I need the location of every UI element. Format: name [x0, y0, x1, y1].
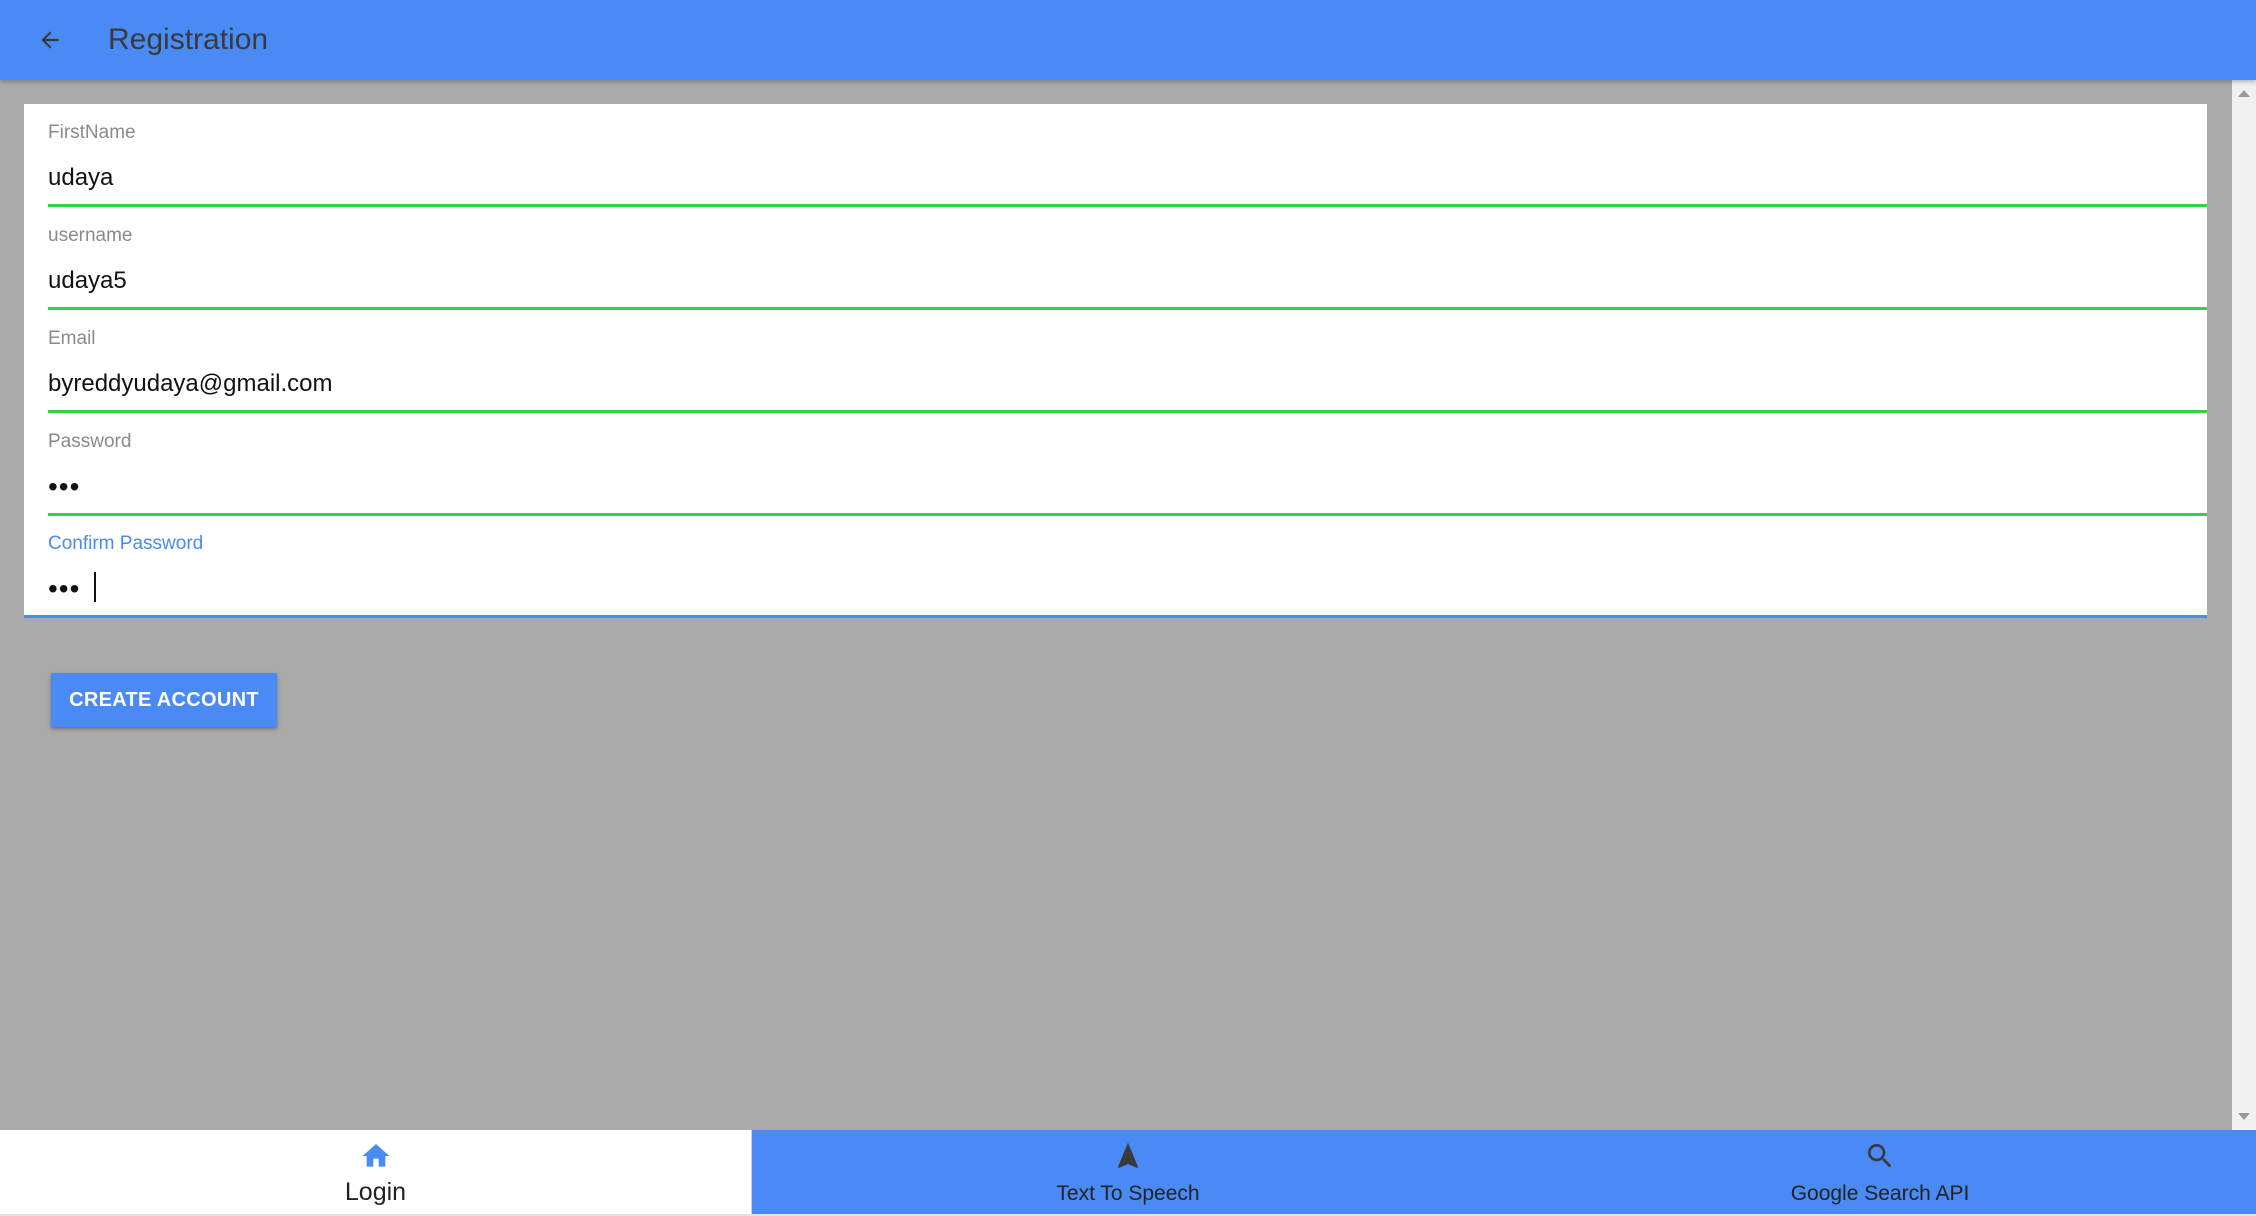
scroll-up-icon[interactable] [2238, 90, 2250, 97]
confirm-password-label: Confirm Password [48, 533, 204, 554]
page-title: Registration [108, 23, 269, 56]
tab-text-to-speech[interactable]: Text To Speech [752, 1130, 1504, 1214]
password-label: Password [48, 431, 132, 452]
search-icon [1868, 1144, 1892, 1168]
arrow-left-icon [41, 31, 59, 49]
tab-login-label: Login [344, 1178, 407, 1206]
registration-form: FirstName username Email Password Confir… [24, 104, 2207, 618]
tab-google-search-api-label: Google Search API [1790, 1182, 1970, 1205]
confirm-password-input[interactable] [48, 569, 2198, 609]
first-name-input[interactable] [48, 158, 2198, 198]
create-account-button[interactable]: CREATE ACCOUNT [51, 673, 277, 727]
email-label: Email [48, 328, 96, 349]
text-caret [94, 572, 96, 602]
first-name-label: FirstName [48, 122, 136, 143]
bottom-navigation: Login Text To Speech Google Search API [0, 1130, 2256, 1214]
navigation-arrow-icon [1118, 1142, 1138, 1168]
vertical-scrollbar[interactable] [2232, 80, 2256, 1130]
username-label: username [48, 225, 133, 246]
email-field: Email [48, 310, 2207, 413]
home-icon [362, 1144, 389, 1167]
password-input[interactable] [48, 467, 2198, 507]
content-area: FirstName username Email Password Confir… [0, 80, 2232, 1130]
tab-text-to-speech-label: Text To Speech [1056, 1182, 1200, 1205]
app-header: Registration [0, 0, 2256, 80]
confirm-password-underline [24, 615, 2207, 618]
scroll-down-icon[interactable] [2238, 1113, 2250, 1120]
tab-login[interactable]: Login [0, 1130, 752, 1214]
email-input[interactable] [48, 364, 2198, 404]
first-name-field: FirstName [48, 104, 2207, 207]
username-input[interactable] [48, 261, 2198, 301]
back-button[interactable] [26, 16, 74, 64]
confirm-password-field: Confirm Password [24, 515, 2207, 618]
username-field: username [48, 207, 2207, 310]
tab-google-search-api[interactable]: Google Search API [1504, 1130, 2256, 1214]
password-field: Password [48, 413, 2207, 516]
